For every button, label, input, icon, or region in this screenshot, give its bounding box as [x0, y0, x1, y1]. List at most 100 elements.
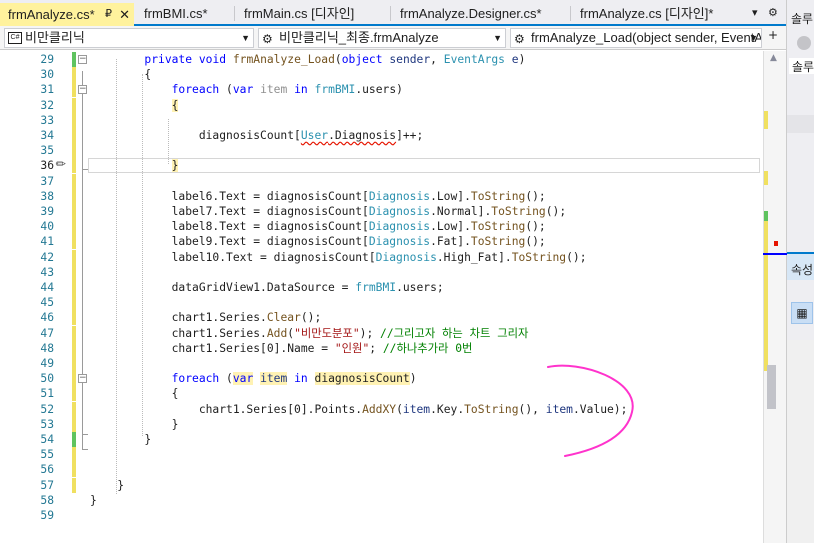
code-line[interactable]: 59	[0, 508, 763, 523]
code-line[interactable]: 57 }	[0, 477, 763, 493]
code-text: {	[171, 98, 179, 112]
change-tracking-bar	[72, 204, 76, 219]
code-line[interactable]: 43	[0, 264, 763, 280]
tab-frmanalyze-design[interactable]: frmAnalyze.cs [디자인]*	[572, 4, 742, 24]
line-number: 43	[40, 265, 54, 279]
line-number: 31	[40, 83, 54, 97]
split-editor-icon[interactable]: +	[768, 28, 778, 42]
back-icon[interactable]	[797, 36, 811, 50]
code-text: chart1.Series.Clear();	[90, 311, 322, 325]
code-line[interactable]: 33	[0, 112, 763, 128]
line-number: 38	[40, 189, 54, 203]
scroll-thumb[interactable]	[767, 365, 776, 409]
project-dropdown[interactable]: C# 비만클리닉 ▼	[4, 28, 254, 48]
line-number: 34	[40, 129, 54, 142]
code-line[interactable]: 54 }	[0, 432, 763, 447]
code-editor[interactable]: ✎ 29− private void frmAnalyze_Load(objec…	[0, 51, 763, 543]
caret-position-marker	[763, 253, 787, 255]
change-tracking-bar	[72, 112, 76, 128]
navigation-bar: C# 비만클리닉 ▼ ⚙ 비만클리닉_최종.frmAnalyze ▼ ⚙ frm…	[0, 26, 786, 50]
line-number: 53	[40, 417, 54, 431]
collapse-icon[interactable]: −	[78, 85, 87, 95]
line-number: 36	[40, 159, 54, 173]
categorized-view-icon[interactable]: ▦	[791, 302, 813, 324]
change-tracking-bar	[72, 143, 76, 159]
code-line[interactable]: 39 label7.Text = diagnosisCount[Diagnosi…	[0, 204, 763, 219]
settings-gear-icon[interactable]: ⚙	[768, 6, 778, 19]
change-tracking-bar	[72, 432, 76, 447]
solution-search-input[interactable]: 솔루	[789, 58, 814, 74]
solution-tree-selected-row[interactable]	[787, 115, 814, 133]
change-tracking-bar	[72, 264, 76, 280]
code-text: foreach (var item in frmBMI.users)	[171, 83, 403, 97]
vertical-scrollbar[interactable]: ▲	[763, 51, 787, 543]
code-line[interactable]: 48 chart1.Series[0].Name = "인원"; //하나추가라…	[0, 340, 763, 356]
tab-divider	[570, 6, 571, 21]
code-text: chart1.Series[0].Name = "인원"; //하나추가라 0번	[90, 341, 473, 355]
code-line[interactable]: 46 chart1.Series.Clear();	[0, 310, 763, 326]
collapse-icon[interactable]: −	[78, 374, 87, 384]
pin-icon[interactable]: ₽	[105, 3, 112, 26]
solution-search-label: 솔루	[792, 60, 814, 74]
code-line[interactable]: 32 {	[0, 97, 763, 113]
code-line[interactable]: 58}	[0, 493, 763, 508]
tab-label: frmAnalyze.cs*	[8, 7, 95, 22]
class-name: 비만클리닉_최종.frmAnalyze	[279, 30, 439, 45]
code-line[interactable]: 50 − foreach (var item in diagnosisCount)	[0, 371, 763, 387]
code-line[interactable]: 30 {	[0, 67, 763, 83]
code-line[interactable]: 53 }	[0, 416, 763, 432]
close-icon[interactable]: ✕	[119, 3, 130, 26]
change-tracking-bar	[72, 340, 76, 356]
code-line[interactable]: 47 chart1.Series.Add("비만도분포"); //그리고자 하는…	[0, 325, 763, 341]
tab-frmanalyze-cs[interactable]: frmAnalyze.cs* ₽ ✕	[0, 3, 134, 26]
code-line[interactable]: 55	[0, 447, 763, 463]
code-line[interactable]: 37	[0, 173, 763, 189]
code-line[interactable]: 40 label8.Text = diagnosisCount[Diagnosi…	[0, 219, 763, 235]
code-line[interactable]: 34 diagnosisCount[User.Diagnosis]++;	[0, 128, 763, 143]
code-text: }	[90, 493, 97, 507]
code-text: label6.Text = diagnosisCount[Diagnosis.L…	[90, 189, 546, 203]
change-marker	[764, 211, 768, 221]
tab-frmmain-design[interactable]: frmMain.cs [디자인]	[236, 4, 388, 24]
code-line[interactable]: 51 {	[0, 386, 763, 402]
change-tracking-bar	[72, 416, 76, 432]
code-line[interactable]: 42 label10.Text = diagnosisCount[Diagnos…	[0, 249, 763, 265]
code-line[interactable]: 35	[0, 143, 763, 159]
change-tracking-bar	[72, 173, 76, 189]
code-line[interactable]: 45	[0, 295, 763, 311]
line-number: 48	[40, 341, 54, 355]
change-tracking-bar	[72, 356, 76, 371]
code-line[interactable]: 49	[0, 356, 763, 371]
tab-frmanalyze-designer[interactable]: frmAnalyze.Designer.cs*	[392, 4, 568, 24]
code-line[interactable]: 41 label9.Text = diagnosisCount[Diagnosi…	[0, 234, 763, 250]
tab-frmbmi-cs[interactable]: frmBMI.cs*	[136, 4, 232, 24]
collapse-icon[interactable]: −	[78, 55, 87, 64]
code-line[interactable]: 36 }	[0, 158, 763, 174]
line-number: 59	[40, 509, 54, 522]
change-tracking-bar	[72, 188, 76, 204]
code-line[interactable]: 56	[0, 462, 763, 478]
tab-list-dropdown-icon[interactable]: ▾	[752, 6, 758, 19]
line-number: 41	[40, 235, 54, 249]
change-tracking-bar	[72, 158, 76, 174]
class-dropdown[interactable]: ⚙ 비만클리닉_최종.frmAnalyze ▼	[258, 28, 506, 48]
scroll-up-icon[interactable]: ▲	[770, 53, 777, 63]
change-marker	[764, 221, 768, 371]
code-line[interactable]: 29 − private void frmAnalyze_Load(object …	[0, 52, 763, 67]
change-tracking-bar	[72, 234, 76, 250]
code-line[interactable]: 52 chart1.Series[0].Points.AddXY(item.Ke…	[0, 401, 763, 417]
member-dropdown[interactable]: ⚙ frmAnalyze_Load(object sender, EventAr…	[510, 28, 762, 48]
code-text: }	[90, 478, 125, 492]
code-text: chart1.Series[0].Points.AddXY(item.Key.T…	[90, 402, 628, 416]
change-tracking-bar	[72, 219, 76, 235]
line-number: 39	[40, 205, 54, 218]
line-number: 55	[40, 448, 54, 462]
document-tab-strip: frmAnalyze.cs* ₽ ✕ frmBMI.cs* frmMain.cs…	[0, 0, 786, 26]
chevron-down-icon: ▼	[493, 33, 502, 43]
code-line[interactable]: 44 dataGridView1.DataSource = frmBMI.use…	[0, 280, 763, 295]
code-line[interactable]: 38 label6.Text = diagnosisCount[Diagnosi…	[0, 188, 763, 204]
line-number: 32	[40, 98, 54, 112]
change-tracking-bar	[72, 477, 76, 493]
code-line[interactable]: 31 − foreach (var item in frmBMI.users)	[0, 82, 763, 98]
error-marker	[774, 241, 778, 246]
